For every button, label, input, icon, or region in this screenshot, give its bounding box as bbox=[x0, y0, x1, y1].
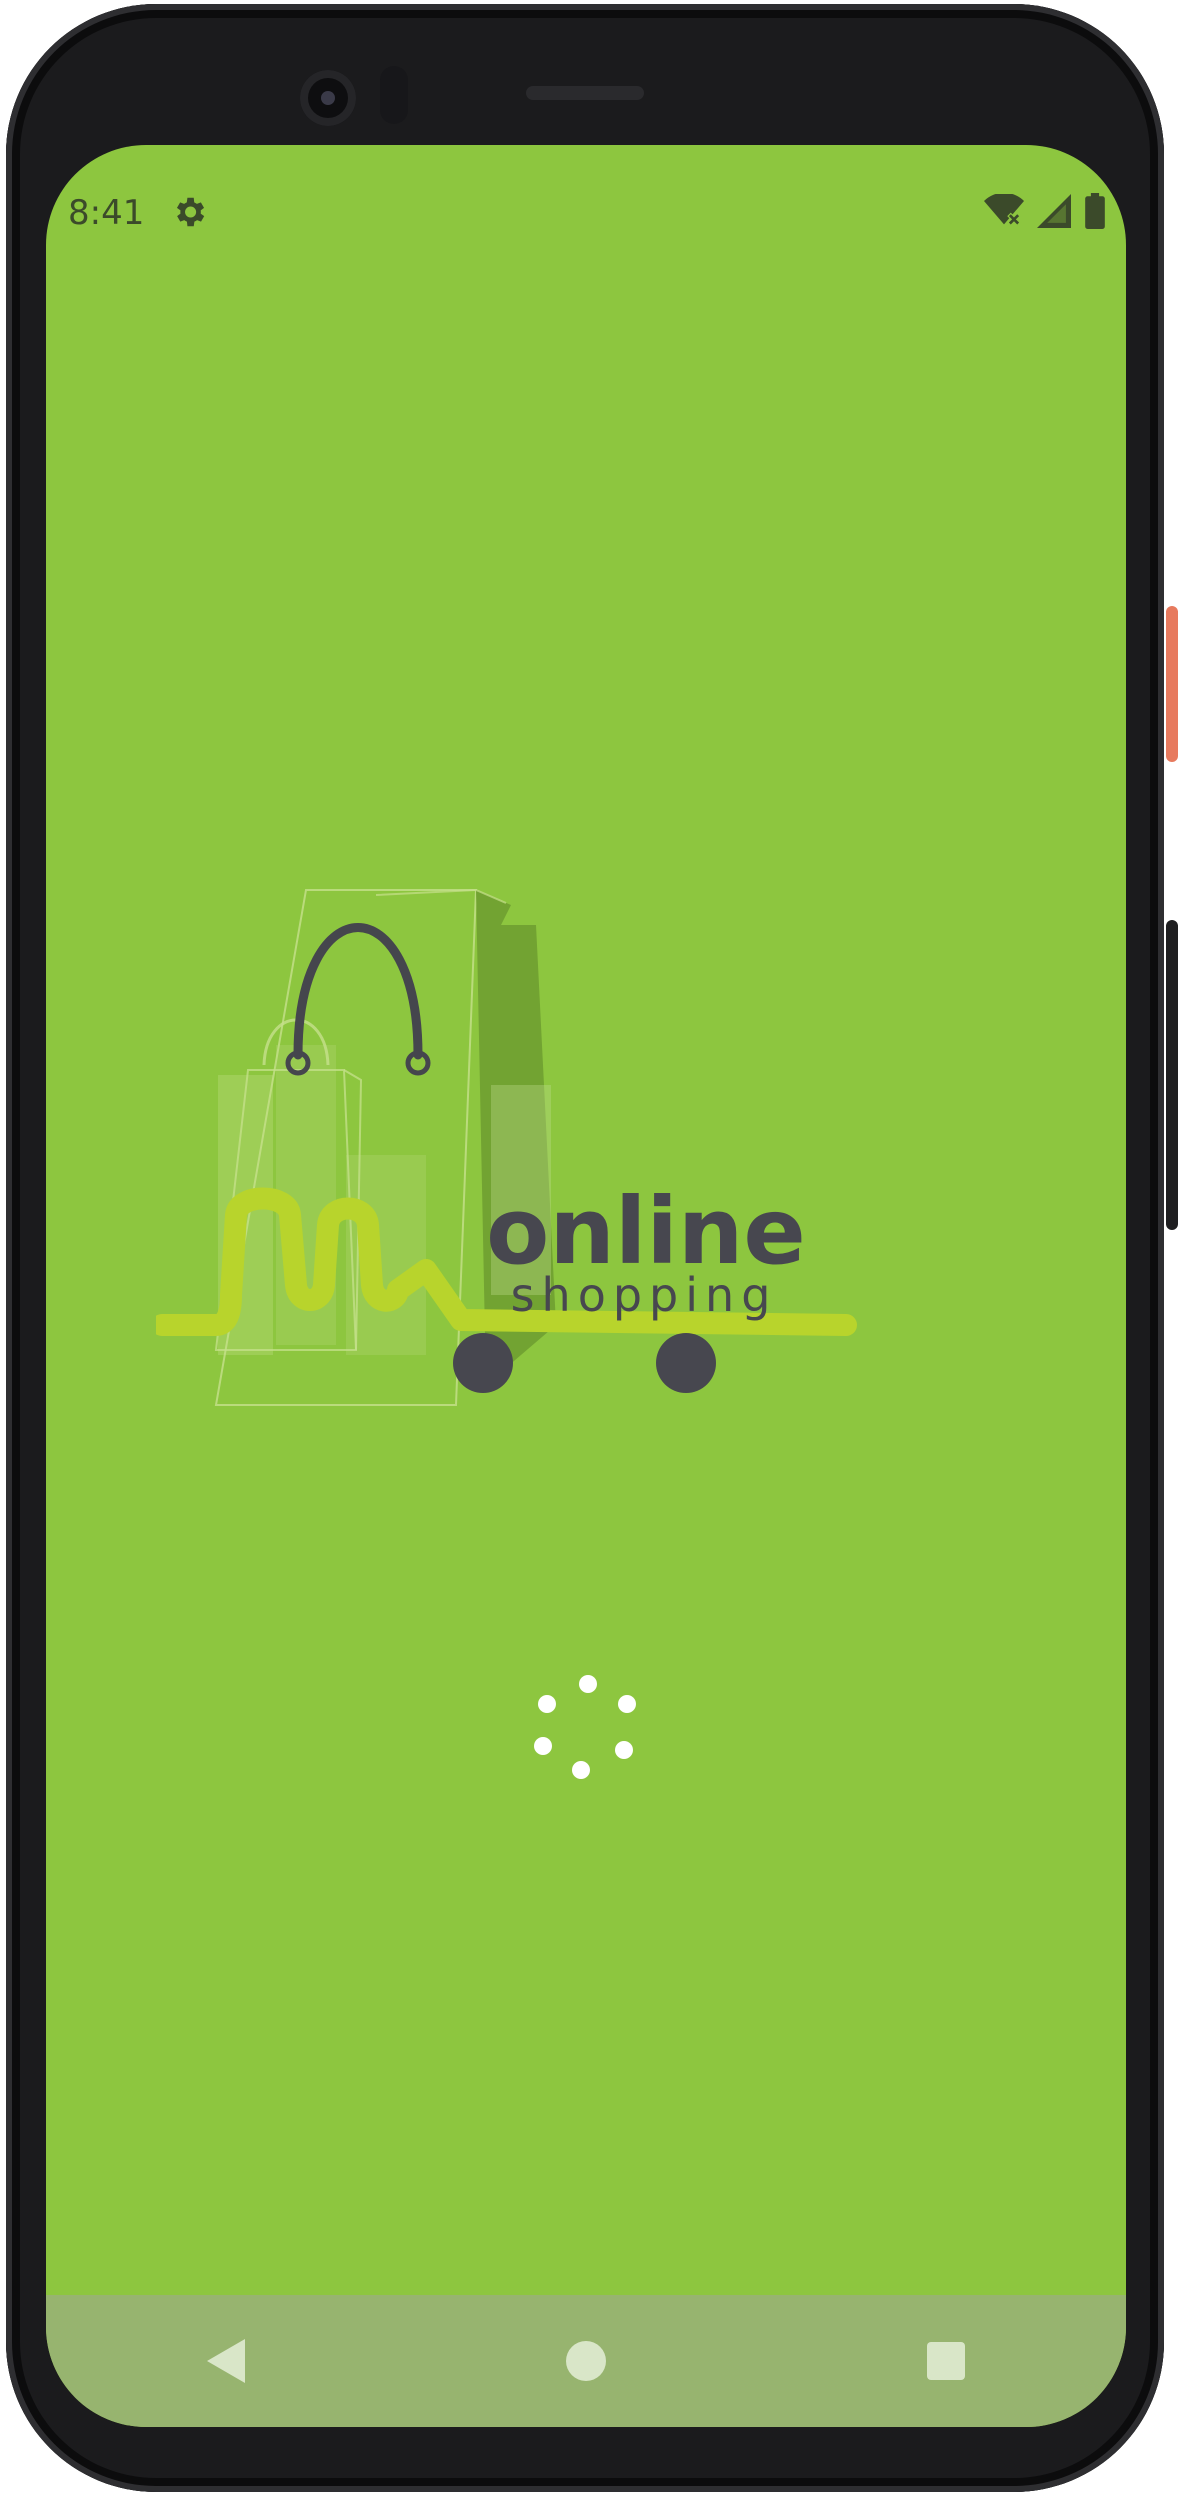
cart-wheel-left bbox=[453, 1333, 513, 1393]
logo-text-shopping: shopping bbox=[511, 1268, 778, 1322]
home-button[interactable] bbox=[541, 2316, 631, 2406]
front-camera bbox=[300, 70, 356, 126]
navigation-bar bbox=[46, 2295, 1126, 2427]
status-icons bbox=[984, 193, 1106, 229]
spinner-icon bbox=[532, 1675, 644, 1787]
status-time: 8:41 bbox=[68, 193, 145, 233]
power-button bbox=[1166, 606, 1178, 762]
recents-button[interactable] bbox=[901, 2316, 991, 2406]
recents-square-icon bbox=[927, 2342, 965, 2380]
home-circle-icon bbox=[566, 2341, 606, 2381]
online-shopping-logo: online shopping bbox=[156, 888, 857, 1406]
wifi-no-internet-icon bbox=[984, 194, 1024, 227]
back-button[interactable] bbox=[181, 2316, 271, 2406]
back-triangle-icon bbox=[207, 2339, 245, 2383]
volume-button bbox=[1166, 920, 1178, 1230]
gear-icon bbox=[176, 197, 205, 227]
phone-mockup: 8:41 online shopping bbox=[0, 0, 1178, 2498]
cell-signal-icon bbox=[1037, 194, 1071, 228]
battery-full-icon bbox=[1085, 193, 1105, 229]
proximity-sensor bbox=[380, 66, 408, 124]
bag-handle bbox=[293, 923, 423, 1060]
earpiece-speaker bbox=[526, 86, 644, 100]
cart-wheel-right bbox=[656, 1333, 716, 1393]
splash-screen: 8:41 online shopping bbox=[46, 145, 1126, 2427]
